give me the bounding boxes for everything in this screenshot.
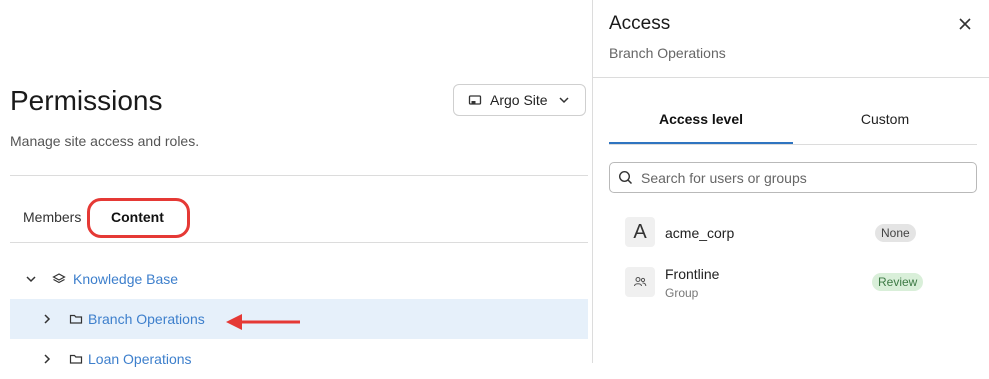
panel-title: Access	[609, 13, 671, 34]
tab-members[interactable]: Members	[23, 209, 81, 225]
tree-row-knowledge-base[interactable]: Knowledge Base	[10, 259, 588, 299]
search-icon	[618, 170, 633, 185]
layers-icon	[52, 272, 66, 286]
access-entry[interactable]: A acme_corp None	[609, 213, 977, 253]
tree-row-loan-operations[interactable]: Loan Operations	[10, 339, 588, 379]
avatar: A	[625, 217, 655, 247]
close-icon[interactable]	[957, 16, 973, 32]
access-entry[interactable]: Frontline Group Review	[609, 263, 977, 303]
access-level-badge[interactable]: None	[875, 224, 916, 242]
entry-type: Group	[665, 286, 699, 300]
entry-name: acme_corp	[665, 225, 735, 241]
chevron-down-icon[interactable]	[24, 272, 38, 286]
folder-icon	[69, 312, 83, 326]
panel-tab-bar: Access level Custom	[609, 100, 977, 145]
tab-access-level[interactable]: Access level	[609, 111, 793, 127]
search-input[interactable]	[639, 168, 963, 187]
site-icon	[468, 93, 482, 107]
site-selector-label: Argo Site	[490, 92, 548, 108]
site-selector[interactable]: Argo Site	[453, 84, 586, 116]
divider	[10, 175, 588, 176]
group-icon	[633, 275, 647, 289]
chevron-down-icon	[558, 94, 570, 106]
page-title: Permissions	[10, 85, 163, 116]
page-subtitle: Manage site access and roles.	[10, 133, 200, 149]
folder-icon	[69, 352, 83, 366]
tab-custom[interactable]: Custom	[793, 111, 977, 127]
tree-item-label[interactable]: Branch Operations	[88, 311, 205, 327]
chevron-right-icon[interactable]	[40, 312, 54, 326]
avatar	[625, 267, 655, 297]
main-content: Permissions Manage site access and roles…	[0, 0, 592, 367]
divider	[593, 77, 989, 78]
tab-content[interactable]: Content	[111, 209, 164, 225]
chevron-right-icon[interactable]	[40, 352, 54, 366]
panel-subtitle: Branch Operations	[609, 45, 726, 61]
search-box[interactable]	[609, 162, 977, 193]
access-level-badge[interactable]: Review	[872, 273, 924, 291]
tab-bar: Members Content	[10, 200, 588, 243]
access-panel: Access Branch Operations Access level Cu…	[592, 0, 989, 363]
tree-row-branch-operations[interactable]: Branch Operations	[10, 299, 588, 339]
tree-item-label[interactable]: Knowledge Base	[73, 271, 178, 287]
active-tab-indicator	[609, 142, 793, 144]
entry-name: Frontline	[665, 266, 720, 282]
tree-item-label[interactable]: Loan Operations	[88, 351, 192, 367]
